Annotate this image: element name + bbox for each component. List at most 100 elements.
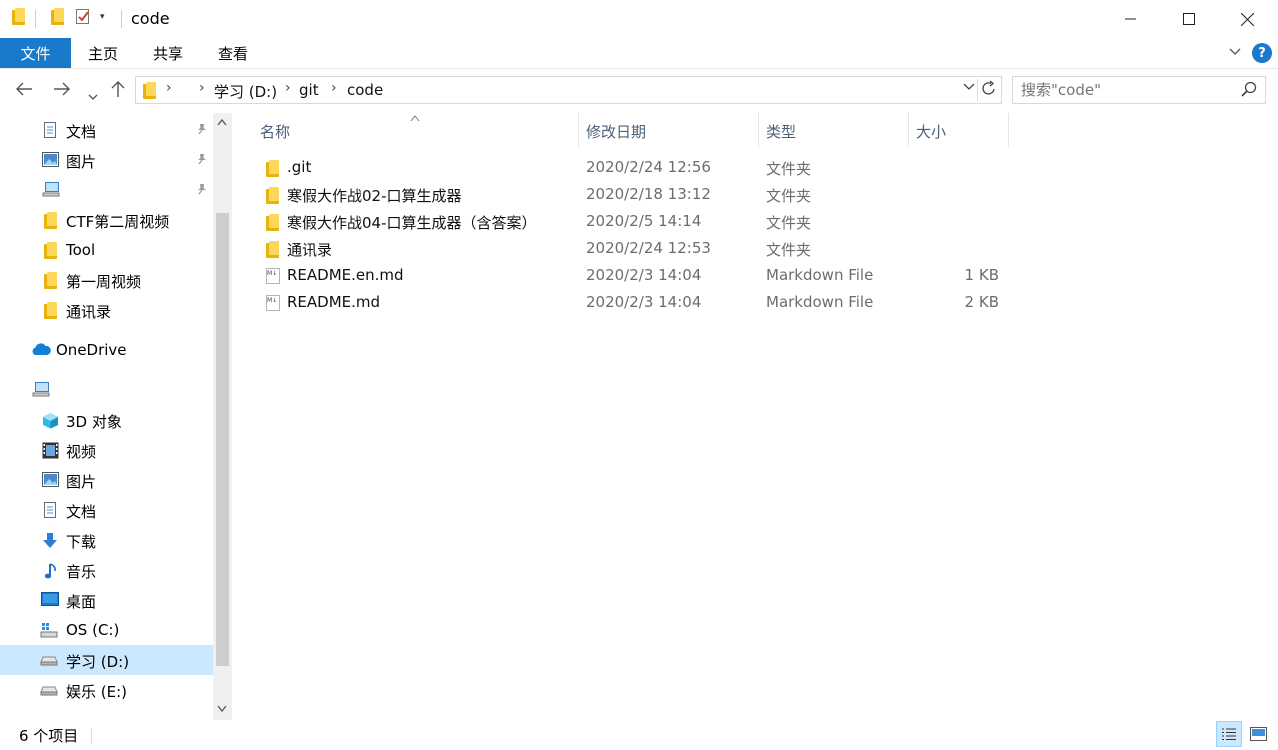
up-button[interactable] (111, 80, 125, 103)
tab-home[interactable]: 主页 (72, 38, 134, 68)
forward-button[interactable] (53, 80, 71, 101)
file-name: README.en.md (287, 266, 404, 284)
column-divider[interactable] (1008, 113, 1009, 147)
sidebar-item[interactable]: 图片 (0, 465, 213, 495)
breadcrumb-git[interactable]: git (299, 81, 319, 99)
folder-icon (44, 302, 60, 319)
sidebar-item[interactable]: 视频 (0, 435, 213, 465)
sidebar-item[interactable]: OS (C:) (0, 615, 213, 645)
file-row[interactable]: README.md 2020/2/3 14:04 Markdown File 2 KB (260, 289, 1020, 316)
properties-icon[interactable] (75, 8, 91, 25)
this-pc-icon (32, 382, 50, 398)
sidebar-item-label: 学习 (D:) (66, 653, 130, 671)
new-folder-icon[interactable] (51, 8, 64, 25)
sidebar-item[interactable]: OneDrive (0, 335, 213, 365)
pin-icon (196, 153, 207, 168)
file-size: 2 KB (964, 293, 999, 311)
column-header-type[interactable]: 类型 (766, 113, 906, 149)
sidebar-item-label: OneDrive (56, 341, 127, 359)
downloads-icon (42, 532, 58, 548)
sidebar-item[interactable]: 学习 (D:) (0, 645, 213, 675)
column-divider[interactable] (908, 113, 909, 147)
large-icons-view-button[interactable] (1245, 721, 1271, 747)
column-divider[interactable] (578, 113, 579, 147)
folder-icon (44, 272, 60, 289)
expand-ribbon-icon[interactable] (1229, 44, 1241, 60)
file-name: README.md (287, 293, 381, 311)
tab-share[interactable]: 共享 (136, 38, 200, 68)
address-dropdown-icon[interactable] (963, 80, 975, 94)
close-button[interactable] (1218, 0, 1276, 38)
sidebar-item[interactable]: 文档 (0, 115, 213, 145)
scroll-up-icon[interactable] (217, 118, 227, 129)
large-icons-view-icon (1249, 727, 1267, 741)
sidebar-item[interactable] (0, 175, 213, 205)
search-box[interactable] (1012, 76, 1266, 104)
sidebar-item[interactable]: 桌面 (0, 585, 213, 615)
sidebar-item-label: 桌面 (66, 593, 97, 611)
sidebar-item[interactable] (0, 375, 213, 405)
breadcrumb-drive[interactable]: 学习 (D:) (214, 81, 277, 102)
folder-icon (44, 242, 60, 259)
search-icon[interactable] (1241, 81, 1257, 97)
file-row[interactable]: .git 2020/2/24 12:56 文件夹 (260, 154, 1020, 181)
sidebar-item[interactable]: 音乐 (0, 555, 213, 585)
drive-c-icon (40, 622, 58, 638)
sidebar-item[interactable]: Tool (0, 235, 213, 265)
sidebar-item[interactable]: 下载 (0, 525, 213, 555)
address-bar[interactable]: › › 学习 (D:) › git › code (135, 76, 1002, 104)
folder-icon (266, 214, 279, 235)
sidebar-item[interactable]: 图片 (0, 145, 213, 175)
sidebar-item[interactable]: 文档 (0, 495, 213, 525)
file-row[interactable]: README.en.md 2020/2/3 14:04 Markdown File 1… (260, 262, 1020, 289)
sidebar-item[interactable]: CTF第二周视频 (0, 205, 213, 235)
markdown-file-icon (266, 295, 280, 315)
back-button[interactable] (15, 80, 33, 101)
file-date: 2020/2/18 13:12 (586, 185, 711, 203)
tab-view[interactable]: 查看 (202, 38, 264, 68)
details-view-button[interactable] (1216, 721, 1242, 747)
file-row[interactable]: 寒假大作战04-口算生成器（含答案） 2020/2/5 14:14 文件夹 (260, 208, 1020, 235)
sidebar-item-label: 文档 (66, 503, 97, 521)
file-type: 文件夹 (766, 187, 812, 205)
maximize-button[interactable] (1160, 0, 1218, 38)
column-header-size[interactable]: 大小 (916, 113, 1006, 149)
search-input[interactable] (1021, 81, 1236, 99)
sidebar-item-label: 下载 (66, 533, 97, 551)
divider (91, 728, 92, 744)
minimize-button[interactable] (1102, 0, 1160, 38)
scroll-down-icon[interactable] (217, 704, 227, 715)
sidebar-item[interactable]: 娱乐 (E:) (0, 675, 213, 705)
customize-quick-access-icon[interactable]: ▾ (100, 12, 105, 22)
folder-icon (266, 241, 279, 262)
file-row[interactable]: 通讯录 2020/2/24 12:53 文件夹 (260, 235, 1020, 262)
refresh-icon[interactable] (977, 79, 997, 101)
file-type: Markdown File (766, 293, 874, 311)
breadcrumb-code[interactable]: code (347, 81, 383, 99)
sidebar-item-label: 音乐 (66, 563, 97, 581)
sidebar-item-label: CTF第二周视频 (66, 213, 170, 231)
sidebar-item[interactable]: 第一周视频 (0, 265, 213, 295)
folder-icon (143, 82, 156, 103)
title-bar: ▾ code (0, 0, 1278, 38)
recent-locations-button[interactable] (88, 85, 98, 106)
help-icon[interactable]: ? (1252, 43, 1272, 63)
window-title: code (131, 9, 170, 28)
scrollbar-thumb[interactable] (216, 213, 229, 666)
chevron-right-icon[interactable]: › (285, 80, 291, 96)
tab-file[interactable]: 文件 (0, 38, 71, 68)
sidebar-item[interactable]: 通讯录 (0, 295, 213, 325)
chevron-right-icon[interactable]: › (199, 80, 205, 96)
computer-icon (42, 182, 60, 198)
file-list: 名称 修改日期 类型 大小 .git 2020/2/24 12:56 文件夹 寒假大作… (232, 113, 1278, 720)
sidebar-scrollbar[interactable] (213, 113, 232, 720)
file-row[interactable]: 寒假大作战02-口算生成器 2020/2/18 13:12 文件夹 (260, 181, 1020, 208)
chevron-right-icon[interactable]: › (166, 80, 172, 96)
file-size: 1 KB (964, 266, 999, 284)
sidebar-item[interactable]: 3D 对象 (0, 405, 213, 435)
pin-icon (196, 123, 207, 138)
column-header-date[interactable]: 修改日期 (586, 113, 756, 149)
column-divider[interactable] (758, 113, 759, 147)
file-type: Markdown File (766, 266, 874, 284)
chevron-right-icon[interactable]: › (331, 80, 337, 96)
